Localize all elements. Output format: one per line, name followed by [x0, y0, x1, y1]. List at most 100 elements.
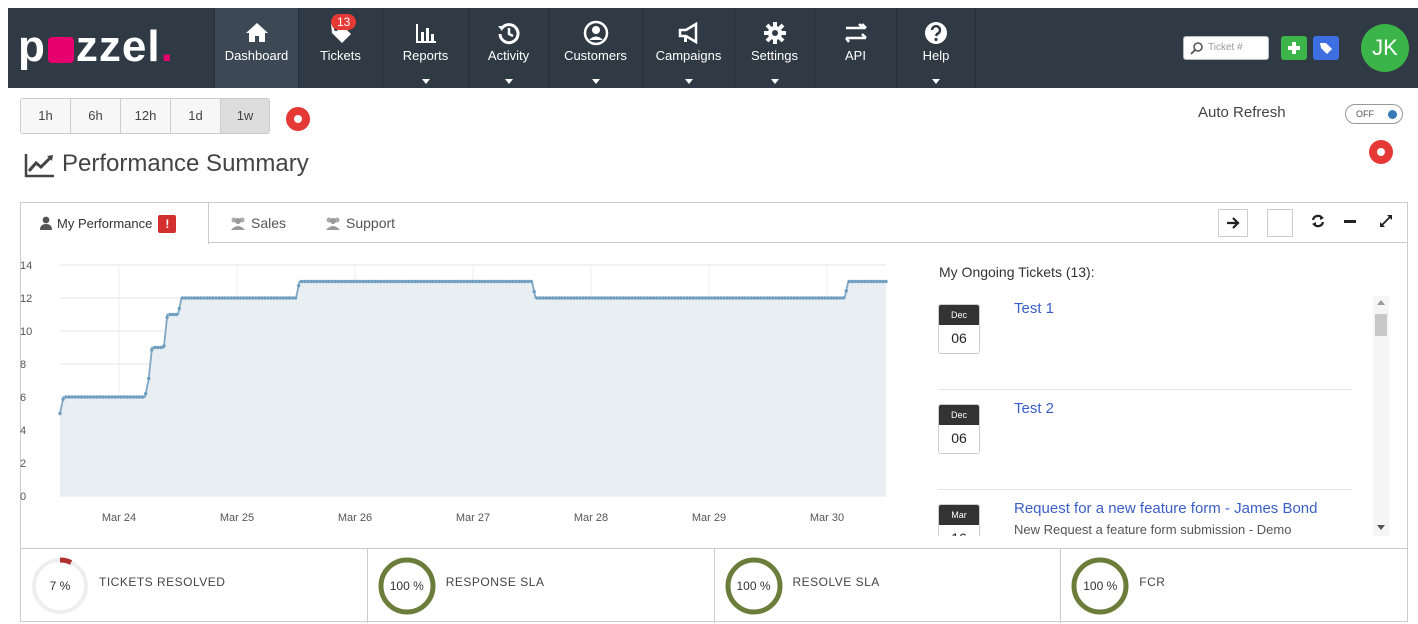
data-point [244, 296, 249, 300]
stat-tickets-resolved: 7 % TICKETS RESOLVED [21, 549, 368, 623]
data-point [333, 279, 338, 284]
data-point [247, 296, 252, 300]
data-point [768, 296, 772, 300]
data-point [869, 279, 873, 284]
nav-help[interactable]: Help [896, 8, 976, 88]
ticket-title-link[interactable]: Test 2 [1014, 400, 1054, 417]
data-point [758, 296, 763, 300]
ticket-item[interactable]: Dec 06 Test 2 [938, 400, 1352, 490]
data-point [315, 279, 319, 284]
data-point [309, 279, 313, 284]
tab-label: My Performance [57, 216, 153, 231]
data-point [541, 296, 546, 300]
range-1d[interactable]: 1d [171, 99, 221, 133]
ticket-month: Dec [939, 405, 979, 425]
range-6h[interactable]: 6h [71, 99, 121, 133]
range-12h[interactable]: 12h [121, 99, 171, 133]
ongoing-tickets-title: My Ongoing Tickets (13): [939, 264, 1095, 280]
nav-label-tickets: Tickets [320, 48, 361, 63]
search-placeholder: Ticket # [1208, 42, 1243, 53]
auto-refresh-toggle[interactable]: OFF [1345, 104, 1403, 124]
data-point [428, 279, 432, 284]
expand-button[interactable] [1371, 209, 1401, 237]
scroll-down-icon[interactable] [1377, 525, 1385, 530]
data-point [523, 279, 527, 284]
data-point [110, 395, 114, 399]
logo-dot: . [160, 22, 174, 71]
data-point [98, 395, 102, 399]
data-point [722, 296, 726, 300]
range-1h[interactable]: 1h [21, 99, 71, 133]
nav-label-reports: Reports [402, 48, 449, 63]
data-point [645, 296, 650, 300]
x-tick-label: Mar 30 [810, 512, 844, 524]
add-ticket-button[interactable] [1281, 36, 1307, 60]
calendar-date-icon: Mar 16 [938, 504, 980, 536]
range-1w[interactable]: 1w [221, 99, 269, 133]
ticket-search-input[interactable]: Ticket # [1183, 36, 1269, 60]
nav-api[interactable]: API [814, 8, 896, 88]
data-point [413, 279, 417, 284]
tab-support[interactable]: Support [324, 203, 414, 243]
caret-down-icon [504, 79, 513, 84]
data-point [232, 296, 237, 300]
data-point [743, 296, 747, 300]
data-point [578, 296, 582, 300]
nav-settings[interactable]: Settings [734, 8, 814, 88]
data-point [79, 395, 84, 399]
data-point [58, 411, 62, 416]
data-point [627, 296, 631, 300]
data-point [416, 279, 420, 284]
user-circle-icon [583, 20, 608, 46]
x-tick-label: Mar 28 [574, 512, 608, 524]
caret-down-icon [591, 79, 600, 84]
tab-my-performance[interactable]: My Performance! [21, 203, 209, 244]
data-point [153, 345, 157, 350]
data-point [330, 279, 334, 284]
tag-button[interactable] [1313, 36, 1339, 60]
nav-campaigns[interactable]: Campaigns [642, 8, 734, 88]
scroll-thumb[interactable] [1375, 314, 1387, 336]
auto-refresh-label: Auto Refresh [1198, 104, 1286, 121]
data-point [563, 296, 567, 300]
data-point [872, 279, 876, 284]
data-point [688, 296, 692, 300]
empty-toggle-button[interactable] [1267, 209, 1293, 237]
nav-reports[interactable]: Reports [382, 8, 468, 88]
data-point [517, 279, 521, 284]
x-tick-label: Mar 26 [338, 512, 372, 524]
ticket-title-link[interactable]: Test 1 [1014, 300, 1054, 317]
nav-customers[interactable]: Customers [548, 8, 642, 88]
data-point [327, 279, 331, 284]
data-point [257, 296, 261, 300]
data-point [339, 279, 344, 284]
user-avatar[interactable]: JK [1361, 24, 1409, 72]
toggle-state-text: OFF [1356, 109, 1374, 119]
forward-button[interactable] [1218, 209, 1248, 237]
data-point [712, 296, 717, 300]
data-point [128, 395, 133, 399]
nav-dashboard[interactable]: Dashboard [214, 8, 298, 88]
data-point [587, 296, 591, 300]
question-icon [925, 22, 947, 44]
data-point [737, 296, 741, 300]
data-point [670, 296, 674, 300]
nav-tickets[interactable]: 13 Tickets [298, 8, 382, 88]
refresh-button[interactable] [1303, 209, 1333, 237]
data-point [116, 395, 120, 399]
ticket-title-link[interactable]: Request for a new feature form - James B… [1014, 500, 1317, 517]
tab-sales[interactable]: Sales [229, 203, 309, 243]
scroll-up-icon[interactable] [1377, 300, 1385, 305]
ticket-item[interactable]: Dec 06 Test 1 [938, 300, 1352, 390]
data-point [342, 279, 347, 284]
data-point [85, 395, 90, 399]
tickets-scrollbar[interactable] [1373, 296, 1389, 536]
ticket-item[interactable]: Mar 16 Request for a new feature form - … [938, 500, 1352, 536]
minimize-button[interactable] [1335, 209, 1365, 237]
data-point [795, 296, 799, 300]
data-point [131, 395, 136, 399]
data-point [480, 279, 484, 284]
puzzel-logo[interactable]: p zzel. [18, 22, 174, 72]
stat-value: 7 % [49, 579, 71, 593]
nav-activity[interactable]: Activity [468, 8, 548, 88]
